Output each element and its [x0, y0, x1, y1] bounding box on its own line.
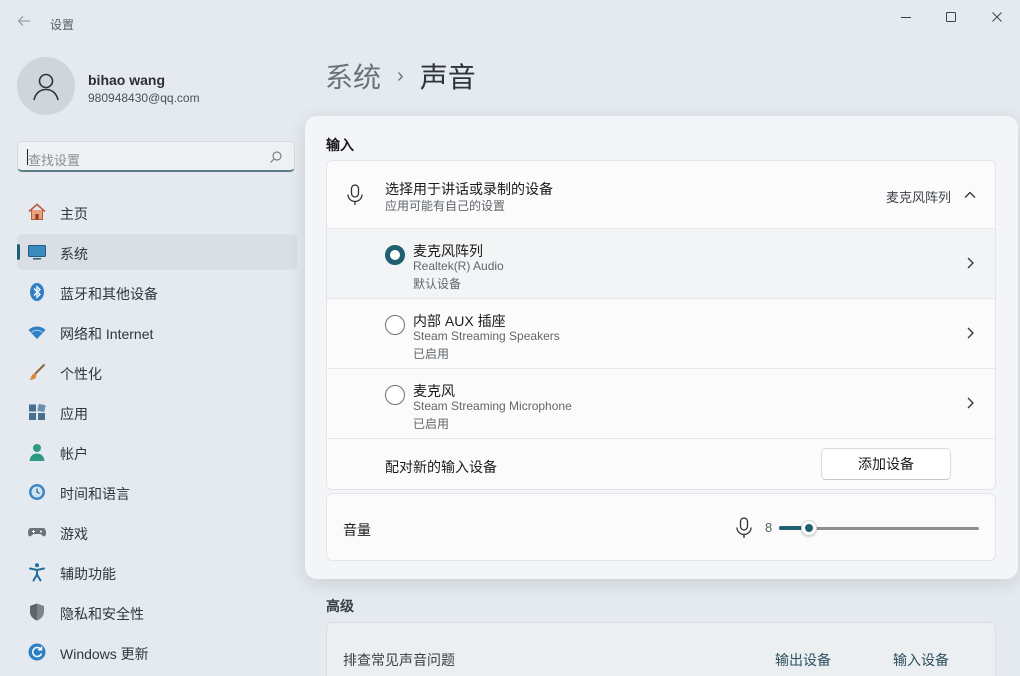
- sidebar-item-label: 游戏: [60, 526, 88, 542]
- accessibility-icon: [27, 562, 47, 582]
- search-placeholder: 查找设置: [28, 153, 81, 168]
- selector-subtitle: 应用可能有自己的设置: [385, 199, 506, 213]
- microphone-icon: [347, 184, 363, 205]
- sidebar-item-label: 主页: [60, 206, 88, 222]
- update-icon: [27, 642, 47, 662]
- device-row-aux[interactable]: 内部 AUX 插座 Steam Streaming Speakers 已启用: [327, 299, 995, 369]
- wifi-icon: [27, 322, 47, 342]
- back-arrow-icon[interactable]: [14, 14, 34, 34]
- chevron-right-icon[interactable]: [963, 396, 977, 410]
- sidebar-item-label: 辅助功能: [60, 566, 116, 582]
- pair-device-label: 配对新的输入设备: [385, 459, 497, 475]
- device-radio[interactable]: [385, 315, 405, 335]
- troubleshoot-card: 排查常见声音问题 输出设备 输入设备: [326, 622, 996, 676]
- device-radio[interactable]: [385, 385, 405, 405]
- user-icon: [33, 73, 59, 101]
- selection-indicator: [17, 244, 20, 260]
- device-row-microphone[interactable]: 麦克风 Steam Streaming Microphone 已启用: [327, 369, 995, 439]
- volume-card: 音量 8: [326, 493, 996, 561]
- sidebar-item-label: 隐私和安全性: [60, 606, 144, 622]
- sidebar-item-label: 系统: [60, 246, 88, 262]
- title-bar: 设置: [0, 0, 1020, 46]
- breadcrumb-separator: ›: [397, 64, 404, 87]
- volume-slider[interactable]: [779, 520, 979, 536]
- system-icon: [27, 242, 47, 262]
- sidebar-item-personalization[interactable]: 个性化: [17, 354, 297, 390]
- device-status: 已启用: [413, 347, 450, 361]
- sidebar-item-label: 蓝牙和其他设备: [60, 286, 158, 302]
- minimize-icon: [901, 17, 911, 18]
- volume-label: 音量: [343, 522, 371, 538]
- sidebar-item-apps[interactable]: 应用: [17, 394, 297, 430]
- input-heading: 输入: [326, 137, 354, 153]
- troubleshoot-input-link[interactable]: 输入设备: [893, 650, 949, 670]
- maximize-button[interactable]: [931, 6, 971, 28]
- device-name: 麦克风阵列: [413, 243, 483, 259]
- bluetooth-icon: [27, 282, 47, 302]
- account-icon: [27, 442, 47, 462]
- add-device-button[interactable]: 添加设备: [821, 448, 951, 480]
- microphone-icon[interactable]: [735, 517, 753, 539]
- close-icon: [992, 12, 1002, 22]
- profile-email: 980948430@qq.com: [88, 91, 200, 105]
- sidebar-item-network[interactable]: 网络和 Internet: [17, 314, 297, 350]
- minimize-button[interactable]: [886, 6, 926, 28]
- sidebar-item-label: 网络和 Internet: [60, 326, 154, 342]
- breadcrumb: 系统 › 声音: [325, 56, 476, 96]
- gamepad-icon: [27, 522, 47, 542]
- input-device-selector[interactable]: 选择用于讲话或录制的设备 应用可能有自己的设置 麦克风阵列: [327, 161, 995, 229]
- selector-title: 选择用于讲话或录制的设备: [385, 181, 553, 197]
- search-icon[interactable]: [269, 150, 283, 164]
- device-detail: Steam Streaming Speakers: [413, 329, 560, 343]
- input-device-card: 选择用于讲话或录制的设备 应用可能有自己的设置 麦克风阵列 麦克风阵列 Real…: [326, 160, 996, 490]
- home-icon: [27, 202, 47, 222]
- sidebar-item-label: 帐户: [60, 446, 88, 462]
- sidebar-item-accessibility[interactable]: 辅助功能: [17, 554, 297, 590]
- volume-value: 8: [765, 520, 773, 535]
- device-name: 麦克风: [413, 383, 455, 399]
- search-input[interactable]: 查找设置: [17, 141, 295, 172]
- slider-thumb[interactable]: [801, 520, 817, 536]
- sidebar-nav: 主页 系统 蓝牙和其他设备 网络和 Internet 个性化 应用 帐户 时间和…: [17, 194, 297, 674]
- device-radio-selected[interactable]: [385, 245, 405, 265]
- sidebar-item-accounts[interactable]: 帐户: [17, 434, 297, 470]
- chevron-up-icon[interactable]: [963, 188, 977, 202]
- chevron-right-icon[interactable]: [963, 256, 977, 270]
- device-row-mic-array[interactable]: 麦克风阵列 Realtek(R) Audio 默认设备: [327, 229, 995, 299]
- sidebar-item-gaming[interactable]: 游戏: [17, 514, 297, 550]
- sidebar-item-bluetooth[interactable]: 蓝牙和其他设备: [17, 274, 297, 310]
- sidebar-item-privacy[interactable]: 隐私和安全性: [17, 594, 297, 630]
- troubleshoot-label: 排查常见声音问题: [343, 652, 455, 668]
- apps-icon: [27, 402, 47, 422]
- breadcrumb-parent[interactable]: 系统: [325, 56, 381, 96]
- device-status: 默认设备: [413, 277, 462, 291]
- device-status: 已启用: [413, 417, 450, 431]
- close-button[interactable]: [977, 6, 1017, 28]
- sidebar-item-label: 个性化: [60, 366, 102, 382]
- shield-icon: [27, 602, 47, 622]
- sidebar-item-label: Windows 更新: [60, 646, 149, 662]
- page-title: 声音: [419, 62, 476, 93]
- advanced-heading: 高级: [326, 598, 354, 614]
- app-title: 设置: [50, 18, 75, 32]
- sidebar-item-label: 时间和语言: [60, 486, 130, 502]
- profile-name: bihao wang: [88, 72, 165, 88]
- brush-icon: [27, 362, 47, 382]
- time-language-icon: [27, 482, 47, 502]
- chevron-right-icon[interactable]: [963, 326, 977, 340]
- troubleshoot-output-link[interactable]: 输出设备: [775, 650, 831, 670]
- sidebar-item-windows-update[interactable]: Windows 更新: [17, 634, 297, 670]
- device-detail: Realtek(R) Audio: [413, 259, 504, 273]
- avatar[interactable]: [17, 57, 75, 115]
- sidebar-item-system[interactable]: 系统: [17, 234, 297, 270]
- sidebar-item-time-language[interactable]: 时间和语言: [17, 474, 297, 510]
- maximize-icon: [946, 12, 956, 22]
- selected-device-value: 麦克风阵列: [885, 190, 951, 205]
- input-panel: 输入 选择用于讲话或录制的设备 应用可能有自己的设置 麦克风阵列 麦克风阵列 R…: [305, 116, 1018, 579]
- device-name: 内部 AUX 插座: [413, 313, 506, 329]
- device-detail: Steam Streaming Microphone: [413, 399, 572, 413]
- sidebar-item-home[interactable]: 主页: [17, 194, 297, 230]
- sidebar-item-label: 应用: [60, 406, 88, 422]
- pair-device-row: 配对新的输入设备 添加设备: [327, 439, 995, 489]
